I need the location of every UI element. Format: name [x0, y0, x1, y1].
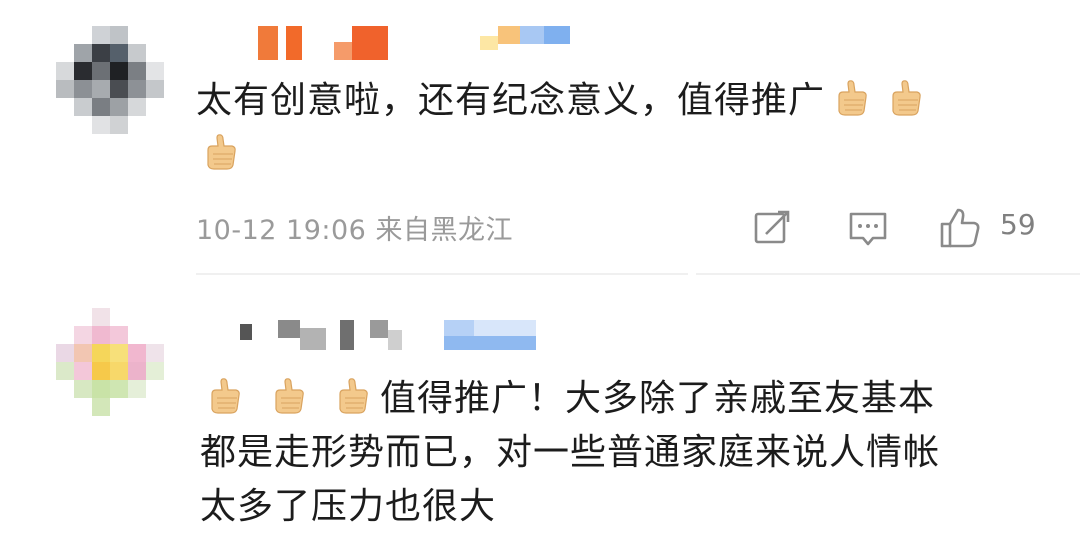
- comment-text-line: 太多了压力也很大: [200, 486, 497, 527]
- thumbs-up-emoji-icon: [831, 78, 871, 118]
- comment-icon[interactable]: [846, 206, 890, 250]
- like-count: 59: [1000, 208, 1036, 241]
- thumbs-up-emoji-icon: [200, 132, 240, 172]
- comment-text-content: 太有创意啦，还有纪念意义，值得推广: [196, 80, 826, 121]
- thumbs-up-emoji-icon: [885, 78, 925, 118]
- repost-icon[interactable]: [750, 206, 794, 250]
- comment-text: 太有创意啦，还有纪念意义，值得推广: [196, 74, 1056, 182]
- comment-item: 太有创意啦，还有纪念意义，值得推广 10-12 19:06 来自黑龙江 59: [0, 0, 1080, 275]
- comment-text-line: 都是走形势而已，对一些普通家庭来说人情帐: [200, 432, 941, 473]
- divider: [196, 273, 1080, 275]
- avatar[interactable]: [56, 308, 164, 416]
- comment-text-line: 值得推广！大多除了亲戚至友基本: [380, 378, 936, 419]
- avatar[interactable]: [56, 26, 164, 134]
- thumbs-up-emoji-icon: [332, 376, 372, 416]
- thumbs-up-emoji-icon: [268, 376, 308, 416]
- comment-text: 值得推广！大多除了亲戚至友基本 都是走形势而已，对一些普通家庭来说人情帐 太多了…: [200, 372, 1060, 534]
- thumbs-up-emoji-icon: [204, 376, 244, 416]
- comment-item: 值得推广！大多除了亲戚至友基本 都是走形势而已，对一些普通家庭来说人情帐 太多了…: [0, 276, 1080, 551]
- like-icon[interactable]: [938, 206, 982, 250]
- comment-actions: [0, 206, 1080, 250]
